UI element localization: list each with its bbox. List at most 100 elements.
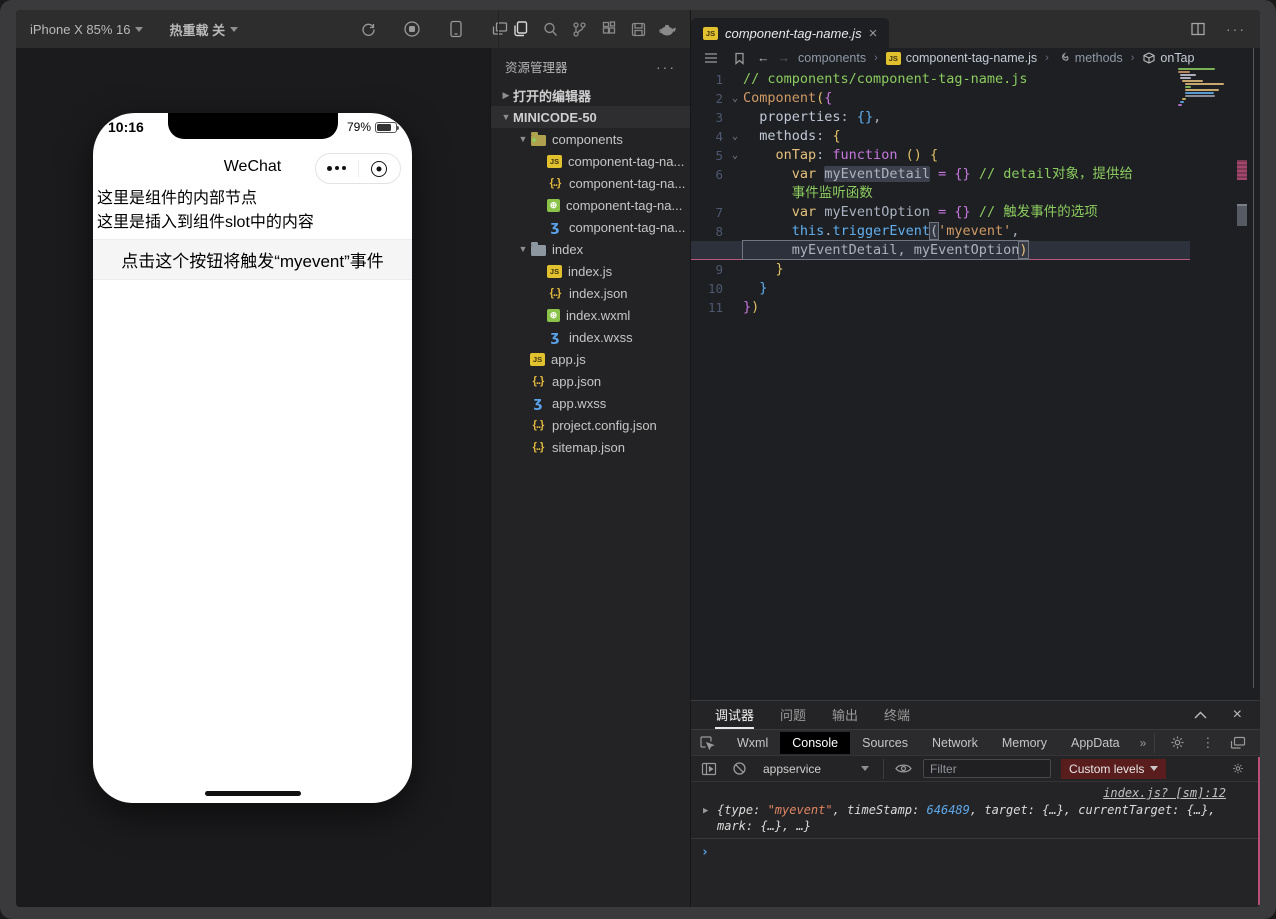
teapot-plugin-icon[interactable] (658, 19, 678, 39)
close-panel-icon[interactable]: × (1233, 706, 1242, 724)
expand-icon[interactable]: ▶ (703, 803, 708, 819)
tree-item-sitemap.json[interactable]: {..} sitemap.json (491, 436, 690, 458)
devtools-tab-wxml[interactable]: Wxml (725, 732, 780, 754)
tree-item--[interactable]: ▶ 打开的编辑器 (491, 84, 690, 106)
devtools-menu-icon[interactable]: ⋮ (1201, 735, 1214, 751)
console-sidebar-icon[interactable] (699, 759, 719, 779)
nav-forward-icon: → (777, 51, 791, 65)
filter-input[interactable] (923, 759, 1052, 778)
bookmark-icon[interactable] (729, 48, 749, 68)
debugger-panel: 调试器 问题 输出 终端 × Wxml Console Sources Network Mem… (690, 700, 1260, 907)
devtools-tab-sources[interactable]: Sources (850, 732, 920, 754)
extensions-icon[interactable] (599, 19, 619, 39)
breadcrumb-methods[interactable]: methods (1057, 51, 1123, 65)
hot-reload-toggle[interactable]: 热重载 关 (169, 20, 239, 39)
refresh-icon[interactable] (358, 19, 378, 39)
console-scrollbar[interactable] (1258, 757, 1260, 905)
breadcrumb-components[interactable]: components (798, 51, 866, 65)
code-line-2[interactable]: 2 ⌄ Component({ (691, 89, 1190, 108)
code-area[interactable]: 1// components/component-tag-name.js 2 ⌄ Co… (691, 70, 1190, 317)
context-selector[interactable]: appservice (759, 762, 873, 776)
tree-item-component-tag-na...[interactable]: JS component-tag-na... (491, 150, 690, 172)
more-menu-button[interactable] (316, 154, 358, 183)
code-line-10[interactable]: 10 } (691, 279, 1190, 298)
breadcrumb-ontap[interactable]: onTap (1142, 51, 1194, 65)
source-control-icon[interactable] (570, 19, 590, 39)
devtools-settings-icon[interactable] (1167, 733, 1187, 753)
code-line-9[interactable]: 9 } (691, 260, 1190, 279)
simulator-panel: 10:16 79% WeChat 这里是组件的内部节点 这里是插入到组件slot… (16, 48, 490, 907)
dock-side-icon[interactable] (1228, 733, 1248, 753)
tab-component-tag-name-js[interactable]: JS component-tag-name.js × (691, 18, 890, 48)
tree-item-index.wxss[interactable]: ʒ index.wxss (491, 326, 690, 348)
console-settings-icon[interactable] (1232, 759, 1252, 779)
capsule-menu (315, 153, 401, 184)
tree-item-label: index.wxss (569, 329, 633, 345)
save-icon[interactable] (629, 19, 649, 39)
debugger-tab-3[interactable]: 终端 (884, 701, 910, 729)
split-editor-icon[interactable] (1188, 19, 1208, 39)
devtools-tab-console[interactable]: Console (780, 731, 851, 754)
code-line-11[interactable]: 11}) (691, 298, 1190, 317)
device-selector[interactable]: iPhone X 85% 16 (30, 22, 144, 37)
code-line-wrap[interactable]: 事件监听函数 (691, 184, 1190, 203)
inspect-element-icon[interactable] (699, 733, 715, 753)
phone-notch (167, 113, 338, 139)
debugger-tab-2[interactable]: 输出 (832, 701, 858, 729)
breadcrumb-file[interactable]: JS component-tag-name.js (885, 51, 1037, 65)
tree-item-app.js[interactable]: JS app.js (491, 348, 690, 370)
custom-levels-button[interactable]: Custom levels (1061, 758, 1167, 779)
log-entry[interactable]: ▶ {type: "myevent", timeStamp: 646489, ta… (691, 782, 1260, 839)
search-icon[interactable] (540, 19, 560, 39)
eye-icon[interactable] (883, 758, 913, 779)
devtools-tab-memory[interactable]: Memory (990, 732, 1059, 754)
tree-item-index.wxml[interactable]: ⊕ index.wxml (491, 304, 690, 326)
tree-item-component-tag-na...[interactable]: {..} component-tag-na... (491, 172, 690, 194)
app-frame: iPhone X 85% 16 热重载 关 JS component-tag-n… (0, 0, 1276, 919)
js-file-icon: JS (530, 352, 545, 366)
code-line-6[interactable]: 6 var myEventDetail = {} // detail对象，提供给 (691, 165, 1190, 184)
editor-scrollbar[interactable] (1253, 48, 1254, 688)
code-line-1[interactable]: 1// components/component-tag-name.js (691, 70, 1190, 89)
code-line-wrap[interactable]: myEventDetail, myEventOption) (691, 240, 1190, 260)
tree-item-project.config.json[interactable]: {..} project.config.json (491, 414, 690, 436)
code-line-3[interactable]: 3 properties: {}, (691, 108, 1190, 127)
code-line-8[interactable]: 8 this.triggerEvent('myevent', (691, 222, 1190, 241)
debugger-tab-1[interactable]: 问题 (780, 701, 806, 729)
tree-item-app.json[interactable]: {..} app.json (491, 370, 690, 392)
tree-item-app.wxss[interactable]: ʒ app.wxss (491, 392, 690, 414)
devtools-tab-network[interactable]: Network (920, 732, 990, 754)
tree-item-index.js[interactable]: JS index.js (491, 260, 690, 282)
slot-content-text: 这里是插入到组件slot中的内容 (97, 214, 314, 231)
minimap[interactable] (1178, 68, 1230, 107)
minibar-home-button[interactable] (359, 154, 401, 183)
code-line-5[interactable]: 5 ⌄ onTap: function () { (691, 146, 1190, 165)
files-icon[interactable] (511, 19, 531, 39)
code-line-7[interactable]: 7 var myEventOption = {} // 触发事件的选项 (691, 203, 1190, 222)
phone-preview-icon[interactable] (446, 19, 466, 39)
trigger-myevent-button[interactable]: 点击这个按钮将触发“myevent”事件 (93, 239, 412, 280)
explorer-more-actions[interactable]: ··· (656, 59, 676, 75)
tree-item-component-tag-na...[interactable]: ⊕ component-tag-na... (491, 194, 690, 216)
outline-list-icon[interactable] (701, 48, 721, 68)
editor-more-actions[interactable]: ··· (1226, 21, 1246, 37)
record-icon[interactable] (402, 19, 422, 39)
tree-item-component-tag-na...[interactable]: ʒ component-tag-na... (491, 216, 690, 238)
tree-item-index[interactable]: ▼ index (491, 238, 690, 260)
chevron-down-icon: ▼ (501, 112, 511, 122)
devtools-window: iPhone X 85% 16 热重载 关 JS component-tag-n… (16, 10, 1260, 907)
devtools-tab-bar: Wxml Console Sources Network Memory AppData »… (691, 729, 1260, 755)
tree-item-label: component-tag-na... (568, 153, 685, 169)
debugger-tab-0[interactable]: 调试器 (715, 701, 755, 729)
collapse-panel-icon[interactable] (1191, 705, 1211, 725)
more-tabs-chevron[interactable]: » (1134, 736, 1153, 750)
clear-console-icon[interactable] (729, 759, 749, 779)
tree-item-MINICODE-50[interactable]: ▼ MINICODE-50 (491, 106, 690, 128)
close-tab-icon[interactable]: × (869, 26, 878, 41)
nav-back-icon[interactable]: ← (757, 51, 770, 65)
code-line-4[interactable]: 4 ⌄ methods: { (691, 127, 1190, 146)
devtools-tab-appdata[interactable]: AppData (1059, 732, 1132, 754)
tree-item-components[interactable]: ▼ components (491, 128, 690, 150)
console-prompt[interactable]: › (691, 839, 1260, 866)
tree-item-index.json[interactable]: {..} index.json (491, 282, 690, 304)
